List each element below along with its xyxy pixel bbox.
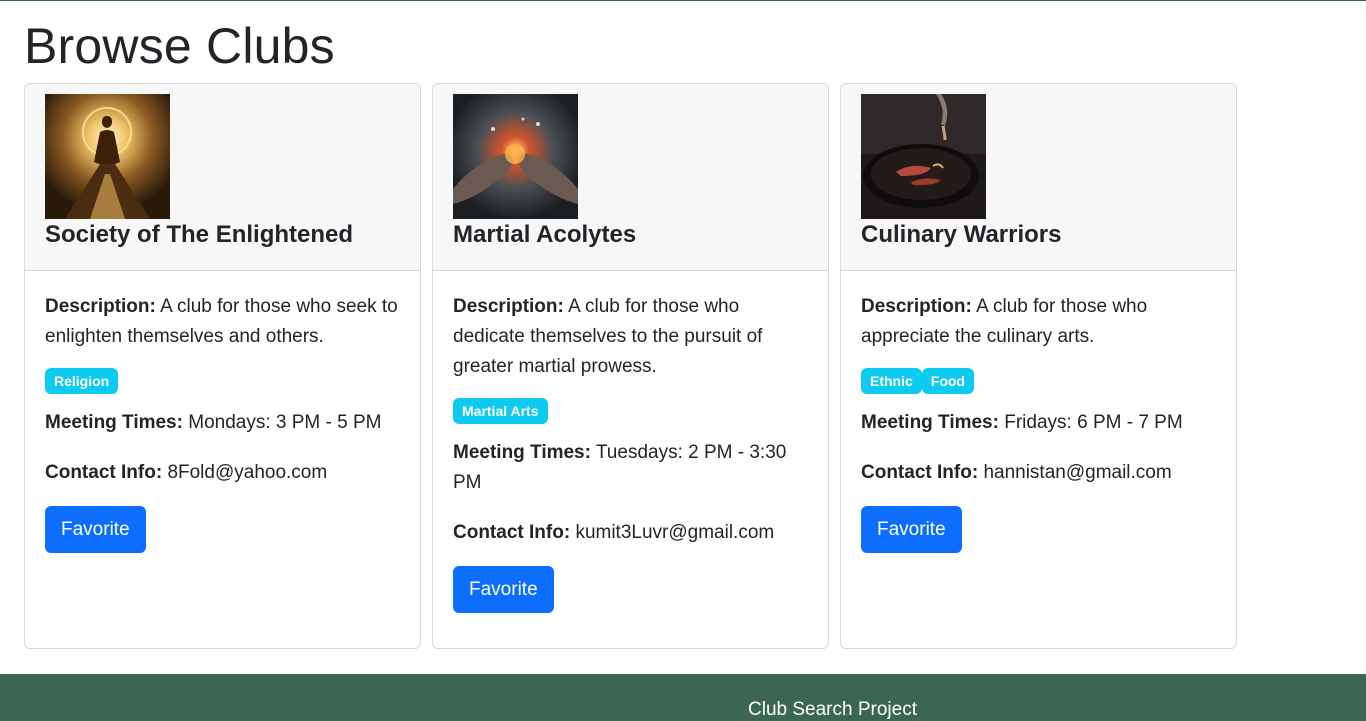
club-card: Society of The Enlightened Description: … [24,83,421,649]
club-description: Description: A club for those who seek t… [45,292,400,352]
description-label: Description: [861,296,972,317]
tag-badge: Food [921,368,974,394]
club-card-list: Society of The Enlightened Description: … [24,83,1237,649]
meeting-text: Mondays: 3 PM - 5 PM [188,412,382,433]
contact-label: Contact Info: [861,462,979,483]
page-title: Browse Clubs [24,18,335,74]
contact-info: Contact Info: 8Fold@yahoo.com [45,458,400,488]
contact-text: 8Fold@yahoo.com [167,462,328,483]
contact-text: hannistan@gmail.com [983,462,1172,483]
tag-badge: Martial Arts [453,398,548,424]
contact-info: Contact Info: hannistan@gmail.com [861,458,1216,488]
tag-badge: Ethnic [861,368,922,394]
club-card: Martial Acolytes Description: A club for… [432,83,829,649]
contact-info: Contact Info: kumit3Luvr@gmail.com [453,518,808,548]
club-name: Culinary Warriors [861,221,1062,248]
meditating-figure-image [45,94,170,219]
meeting-label: Meeting Times: [861,412,999,433]
club-name: Martial Acolytes [453,221,637,248]
favorite-button[interactable]: Favorite [861,506,962,553]
meeting-label: Meeting Times: [453,442,591,463]
favorite-button[interactable]: Favorite [453,566,554,613]
meeting-times: Meeting Times: Fridays: 6 PM - 7 PM [861,408,1216,438]
card-header: Society of The Enlightened [25,84,420,271]
description-label: Description: [453,296,564,317]
clashing-fists-image [453,94,578,219]
card-body: Description: A club for those who dedica… [433,271,828,613]
card-body: Description: A club for those who seek t… [25,271,420,553]
footer-text: Club Search Project [748,699,917,720]
card-header: Culinary Warriors [841,84,1236,271]
meeting-times: Meeting Times: Tuesdays: 2 PM - 3:30 PM [453,438,808,498]
tag-badge: Religion [45,368,119,394]
contact-label: Contact Info: [45,462,163,483]
footer: Club Search Project [0,674,1366,721]
club-description: Description: A club for those who dedica… [453,292,808,382]
meeting-label: Meeting Times: [45,412,183,433]
tag-list: Martial Arts [453,398,808,424]
club-description: Description: A club for those who apprec… [861,292,1216,352]
tag-list: Religion [45,368,400,394]
description-label: Description: [45,296,156,317]
contact-label: Contact Info: [453,522,571,543]
club-name: Society of The Enlightened [45,221,354,248]
top-border [0,0,1366,1]
meeting-text: Fridays: 6 PM - 7 PM [1004,412,1183,433]
contact-text: kumit3Luvr@gmail.com [575,522,775,543]
card-body: Description: A club for those who apprec… [841,271,1236,553]
plated-dish-image [861,94,986,219]
meeting-times: Meeting Times: Mondays: 3 PM - 5 PM [45,408,400,438]
card-header: Martial Acolytes [433,84,828,271]
tag-list: Ethnic Food [861,368,1216,394]
favorite-button[interactable]: Favorite [45,506,146,553]
club-card: Culinary Warriors Description: A club fo… [840,83,1237,649]
